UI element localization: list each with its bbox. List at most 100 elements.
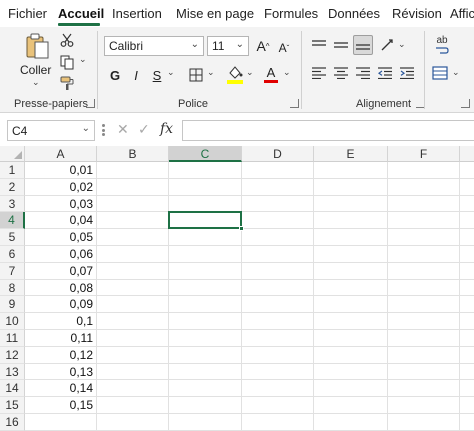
row-header[interactable]: 6	[0, 246, 25, 263]
cell[interactable]	[388, 313, 460, 330]
cell[interactable]	[169, 414, 242, 431]
font-launcher-icon[interactable]	[290, 99, 299, 108]
underline-dropdown-icon[interactable]: ⌄	[167, 67, 175, 78]
cell[interactable]	[314, 397, 388, 414]
column-header-a[interactable]: A	[25, 146, 97, 162]
row-header[interactable]: 5	[0, 229, 25, 246]
format-painter-icon[interactable]	[58, 74, 76, 92]
row-header[interactable]: 3	[0, 195, 25, 213]
row-header[interactable]: 1	[0, 162, 25, 179]
cell[interactable]: 0,03	[25, 195, 97, 213]
cell[interactable]	[388, 330, 460, 347]
cell[interactable]: 0,15	[25, 397, 97, 414]
cell[interactable]	[169, 363, 242, 381]
row-header[interactable]: 16	[0, 414, 25, 431]
cell[interactable]	[169, 212, 242, 230]
cell[interactable]: 0,12	[25, 346, 97, 364]
cell[interactable]	[388, 262, 460, 280]
cell[interactable]	[460, 296, 474, 314]
cell[interactable]	[460, 246, 474, 263]
cell[interactable]: 0,06	[25, 246, 97, 263]
cell[interactable]	[169, 178, 242, 196]
tab-affichage[interactable]: Affic	[450, 6, 474, 21]
cell[interactable]	[242, 279, 314, 297]
cell[interactable]	[460, 380, 474, 398]
cell[interactable]	[314, 363, 388, 381]
cell[interactable]	[169, 195, 242, 213]
orientation-dropdown-icon[interactable]: ⌄	[398, 39, 406, 50]
cell[interactable]	[97, 162, 169, 179]
italic-button[interactable]: I	[128, 65, 144, 85]
cell[interactable]	[460, 414, 474, 431]
cell[interactable]	[388, 229, 460, 246]
cell[interactable]	[314, 414, 388, 431]
cell[interactable]	[242, 296, 314, 314]
cell[interactable]	[460, 162, 474, 179]
cell[interactable]	[97, 414, 169, 431]
cell[interactable]	[242, 195, 314, 213]
cell[interactable]	[97, 195, 169, 213]
paste-icon[interactable]	[18, 31, 56, 61]
align-center-icon[interactable]	[332, 65, 350, 81]
cell[interactable]	[97, 363, 169, 381]
cell[interactable]	[388, 397, 460, 414]
cell[interactable]	[388, 178, 460, 196]
cell[interactable]	[169, 246, 242, 263]
fill-color-icon[interactable]	[225, 63, 245, 85]
cell[interactable]	[242, 363, 314, 381]
cell[interactable]	[460, 263, 474, 280]
clipboard-launcher-icon[interactable]	[86, 99, 95, 108]
tab-mise-en-page[interactable]: Mise en page	[176, 6, 254, 21]
cell[interactable]: 0,01	[25, 162, 97, 179]
cell[interactable]	[97, 330, 169, 347]
row-header[interactable]: 2	[0, 178, 25, 196]
enter-icon[interactable]: ✓	[138, 121, 150, 138]
copy-icon[interactable]	[57, 53, 77, 71]
cell[interactable]	[25, 414, 97, 431]
cell[interactable]: 0,1	[25, 313, 97, 330]
cell[interactable]	[97, 380, 169, 398]
row-header[interactable]: 4	[0, 212, 25, 230]
cell[interactable]	[169, 229, 242, 246]
cell[interactable]	[314, 162, 388, 179]
align-left-icon[interactable]	[310, 65, 328, 81]
cell[interactable]	[460, 212, 474, 230]
cell[interactable]	[242, 313, 314, 330]
select-all-corner[interactable]	[0, 146, 25, 162]
row-header[interactable]: 15	[0, 397, 25, 414]
cell[interactable]: 0,08	[25, 279, 97, 297]
cell[interactable]: 0,07	[25, 262, 97, 280]
paste-dropdown-icon[interactable]: ⌄	[32, 77, 40, 88]
formula-input[interactable]	[182, 120, 474, 141]
cell[interactable]	[242, 414, 314, 431]
cell[interactable]	[242, 212, 314, 230]
merge-dropdown-icon[interactable]: ⌄	[452, 67, 460, 78]
cell[interactable]: 0,02	[25, 178, 97, 196]
cell[interactable]	[97, 212, 169, 230]
cell[interactable]	[169, 262, 242, 280]
cell[interactable]	[460, 397, 474, 414]
cell[interactable]	[314, 380, 388, 398]
column-header-d[interactable]: D	[242, 146, 314, 162]
cell[interactable]	[314, 212, 388, 230]
tab-insertion[interactable]: Insertion	[112, 6, 162, 21]
column-header-f[interactable]: F	[388, 146, 460, 162]
align-bottom-icon[interactable]	[353, 35, 373, 55]
alignment-extra-launcher-icon[interactable]	[461, 99, 470, 108]
cancel-icon[interactable]: ✕	[117, 121, 129, 138]
font-name-select[interactable]: Calibri ⌄	[104, 36, 204, 56]
cell[interactable]	[314, 313, 388, 330]
cell[interactable]	[242, 380, 314, 398]
row-header[interactable]: 11	[0, 330, 25, 347]
cell[interactable]	[169, 397, 242, 414]
row-header[interactable]: 10	[0, 313, 25, 330]
font-size-select[interactable]: 11 ⌄	[207, 36, 249, 56]
shrink-font-button[interactable]: Aˇ	[275, 38, 293, 58]
cell[interactable]	[97, 397, 169, 414]
column-header-c[interactable]: C	[169, 146, 242, 162]
fill-color-dropdown-icon[interactable]: ⌄	[246, 67, 254, 78]
merge-center-icon[interactable]	[430, 63, 450, 83]
copy-dropdown-icon[interactable]: ⌄	[79, 54, 87, 65]
cell[interactable]	[169, 380, 242, 398]
decrease-indent-icon[interactable]	[376, 65, 394, 81]
